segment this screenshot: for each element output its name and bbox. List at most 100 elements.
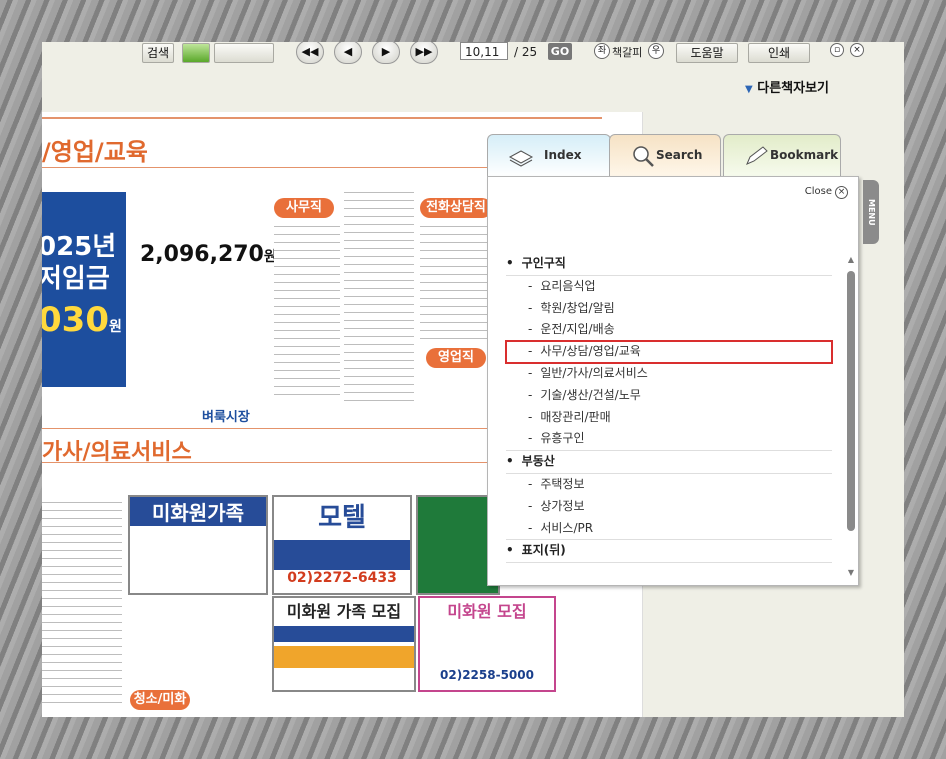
dash-icon: -	[528, 365, 533, 380]
first-page-icon[interactable]: ◀◀	[296, 42, 324, 64]
tab-bookmark[interactable]: Bookmark	[723, 134, 841, 177]
wage-figure: 2,096,270원	[140, 242, 277, 267]
text-column	[344, 188, 414, 402]
go-button[interactable]: GO	[548, 43, 572, 60]
index-item[interactable]: - 주택정보	[506, 474, 832, 496]
scroll-thumb[interactable]	[847, 271, 855, 531]
prev-page-icon[interactable]: ◀	[334, 42, 362, 64]
bullet-icon: •	[506, 543, 514, 558]
index-item-label: 사무/상담/영업/교육	[540, 344, 641, 359]
ad-motel: 모텔 02)2272-6433	[272, 495, 412, 595]
dash-icon: -	[528, 387, 533, 402]
index-item[interactable]: - 학원/창업/알림	[506, 298, 832, 320]
index-item[interactable]: - 운전/지입/배송	[506, 319, 832, 341]
scroll-down-icon[interactable]: ▼	[846, 568, 856, 577]
close-label: Close	[804, 186, 832, 197]
index-item[interactable]: - 서비스/PR	[506, 518, 832, 541]
index-item[interactable]: - 일반/가사/의료서비스	[506, 363, 832, 385]
minimize-icon[interactable]: ▫	[830, 43, 844, 57]
wage-big: 030원	[42, 300, 122, 340]
bookmark-toggle-label: 책갈피	[612, 46, 643, 59]
min-wage-banner: 025년 저임금 030원	[42, 192, 126, 387]
triangle-down-icon: ▼	[745, 84, 753, 95]
pencil-icon	[746, 146, 768, 165]
tab-index[interactable]: Index	[487, 134, 611, 177]
index-item-label: 부동산	[521, 454, 555, 469]
ad-mihwawon: 미화원가족	[128, 495, 268, 595]
ad-mihwa-recruit: 미화원 모집 02)2258-5000	[418, 596, 556, 692]
dash-icon: -	[528, 409, 533, 424]
dash-icon: -	[528, 520, 533, 535]
print-button[interactable]: 인쇄	[748, 43, 810, 63]
tag-phone: 전화상담직	[420, 198, 492, 218]
tab-bookmark-label: Bookmark	[770, 148, 839, 162]
page-total: / 25	[514, 45, 538, 59]
close-button[interactable]: Close ×	[805, 186, 848, 199]
tab-index-label: Index	[544, 148, 582, 162]
header-rule	[42, 117, 602, 119]
dash-icon: -	[528, 476, 533, 491]
menu-tab[interactable]: MENU	[863, 180, 879, 244]
text-column	[42, 498, 122, 708]
dash-icon: -	[528, 322, 533, 337]
other-books-label: 다른책자보기	[757, 81, 829, 96]
index-item-label: 상가정보	[540, 498, 585, 513]
index-item-label: 구인구직	[521, 256, 566, 270]
tab-search-label: Search	[656, 148, 703, 162]
index-item-label: 표지(뒤)	[521, 543, 566, 558]
dash-icon: -	[528, 498, 533, 513]
index-list: • 구인구직 - 요리음식업 - 학원/창업/알림 - 운전/지입/배송 - 사무/상담/영업/교…	[505, 253, 833, 564]
index-item-label: 학원/창업/알림	[540, 300, 615, 315]
other-books-button[interactable]: ▼ 다른책자보기	[745, 77, 829, 96]
tag-sales: 영업직	[426, 348, 486, 368]
bullet-icon: •	[506, 256, 514, 270]
index-item-label: 일반/가사/의료서비스	[540, 365, 648, 380]
print-preview-icon[interactable]	[214, 43, 274, 63]
index-item-label: 매장관리/판매	[540, 409, 611, 424]
search-button[interactable]: 검색	[142, 43, 174, 63]
magnifier-icon	[633, 146, 654, 167]
scroll-up-icon[interactable]: ▲	[846, 255, 856, 264]
index-item-label: 유흥구인	[540, 431, 585, 446]
index-category[interactable]: • 표지(뒤)	[506, 540, 832, 564]
right-toggle-button[interactable]: 우	[648, 43, 664, 59]
dash-icon: -	[528, 300, 533, 315]
index-item-label: 서비스/PR	[540, 520, 594, 535]
index-item-label: 운전/지입/배송	[540, 322, 615, 337]
dash-icon: -	[528, 431, 533, 446]
publisher-name: 벼룩시장	[202, 410, 250, 425]
mail-icon[interactable]	[182, 43, 210, 63]
index-category[interactable]: • 부동산	[506, 451, 832, 474]
index-item-label: 기술/생산/건설/노무	[540, 387, 641, 402]
page-input[interactable]: 10,11	[460, 42, 508, 60]
index-panel: Index Search Bookmark Close × • 구인구직 - 요리음식업…	[487, 134, 879, 586]
toolbar: 검색 ◀◀ ◀ ▶ ▶▶ 10,11 / 25 GO 좌 책갈피 우 도움말 인…	[42, 42, 904, 64]
viewer-window: 검색 ◀◀ ◀ ▶ ▶▶ 10,11 / 25 GO 좌 책갈피 우 도움말 인…	[42, 42, 904, 717]
index-body: Close × • 구인구직 - 요리음식업 - 학원/창업/알림 - 운전/지입/배송 - 사무/…	[487, 176, 859, 586]
dash-icon: -	[528, 344, 533, 359]
wage-text: 저임금	[42, 264, 110, 294]
text-column	[274, 222, 340, 402]
left-toggle-button[interactable]: 좌	[594, 43, 610, 59]
tab-search[interactable]: Search	[609, 134, 721, 177]
index-category[interactable]: • 구인구직	[506, 253, 832, 276]
index-item[interactable]: - 사무/상담/영업/교육	[505, 340, 833, 364]
last-page-icon[interactable]: ▶▶	[410, 42, 438, 64]
index-item[interactable]: - 유흥구인	[506, 428, 832, 452]
index-item[interactable]: - 매장관리/판매	[506, 407, 832, 429]
index-item[interactable]: - 요리음식업	[506, 276, 832, 298]
close-icon: ×	[835, 186, 848, 199]
close-window-icon[interactable]: ×	[850, 43, 864, 57]
tag-office: 사무직	[274, 198, 334, 218]
page-title: /영업/교육	[42, 138, 148, 166]
help-button[interactable]: 도움말	[676, 43, 738, 63]
index-item[interactable]: - 기술/생산/건설/노무	[506, 385, 832, 407]
ad-mihwa-family: 미화원 가족 모집	[272, 596, 416, 692]
scrollbar[interactable]: ▲ ▼	[846, 255, 856, 577]
dash-icon: -	[528, 278, 533, 293]
next-page-icon[interactable]: ▶	[372, 42, 400, 64]
bullet-icon: •	[506, 454, 514, 469]
index-item-label: 요리음식업	[540, 278, 596, 293]
book-icon	[508, 150, 534, 167]
index-item[interactable]: - 상가정보	[506, 496, 832, 518]
